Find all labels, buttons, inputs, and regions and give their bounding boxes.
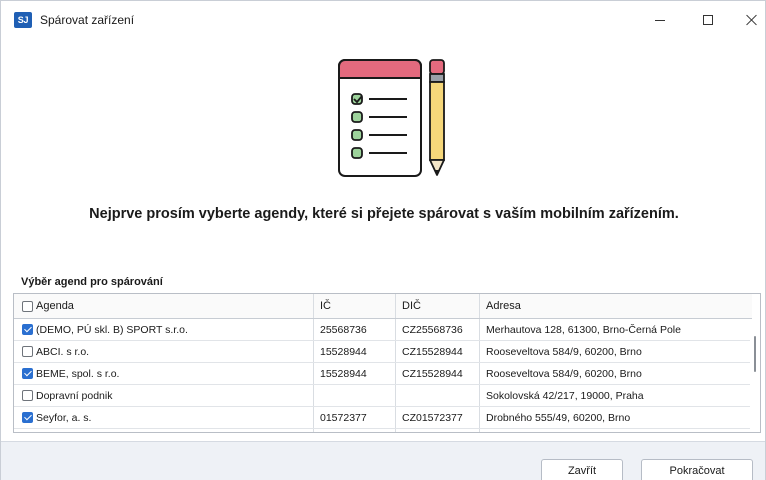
maximize-icon: [703, 15, 713, 25]
agenda-cell: Seyfor, a. s.: [14, 407, 314, 428]
agenda-name: ABCI. s r.o.: [36, 345, 90, 358]
address-cell: Sokolovská 42/217, 19000, Praha: [486, 389, 644, 402]
close-button[interactable]: Zavřít: [541, 459, 623, 480]
ic-cell: 15528944: [314, 363, 396, 384]
agenda-name: (DEMO, PÚ skl. B) SPORT s.r.o.: [36, 323, 188, 336]
agenda-cell: (DEMO, PÚ skl. B) SPORT s.r.o.: [14, 319, 314, 340]
column-header-ic[interactable]: IČ: [314, 294, 396, 318]
maximize-button[interactable]: [685, 1, 731, 39]
minimize-icon: [655, 19, 665, 21]
dic-cell: CZ01572377: [396, 407, 480, 428]
minimize-button[interactable]: [637, 1, 683, 39]
address-cell: Merhautova 128, 61300, Brno-Černá Pole: [486, 323, 681, 336]
agenda-cell: BEME, spol. s r.o.: [14, 363, 314, 384]
dic-cell: CZ15528944: [396, 341, 480, 362]
window-title: Spárovat zařízení: [40, 13, 135, 27]
table-scrollbar[interactable]: [750, 319, 760, 432]
column-header-adresa[interactable]: Adresa: [480, 294, 752, 318]
row-checkbox[interactable]: [22, 368, 33, 379]
agenda-name: Dopravní podnik: [36, 389, 113, 402]
table-row[interactable]: (DEMO, PÚ skl. B) SPORT s.r.o. 25568736 …: [14, 319, 752, 341]
column-header-agenda[interactable]: Agenda: [14, 294, 314, 318]
app-logo-icon: SJ: [14, 12, 32, 28]
instruction-headline: Nejprve prosím vyberte agendy, které si …: [89, 206, 679, 222]
close-icon: [746, 14, 758, 26]
ic-cell: 15528944: [314, 341, 396, 362]
address-cell: Drobného 555/49, 60200, Brno: [486, 411, 631, 424]
continue-button[interactable]: Pokračovat: [641, 459, 753, 480]
address-cell: Rooseveltova 584/9, 60200, Brno: [486, 367, 642, 380]
dialog-footer: Zavřít Pokračovat: [1, 441, 765, 480]
table-row[interactable]: BEME, spol. s r.o. 15528944 CZ15528944 R…: [14, 363, 752, 385]
row-checkbox[interactable]: [22, 412, 33, 423]
column-header-label: Agenda: [36, 300, 74, 312]
ic-cell: 25568736: [314, 319, 396, 340]
row-checkbox[interactable]: [22, 324, 33, 335]
dic-cell: CZ15528944: [396, 363, 480, 384]
select-all-checkbox[interactable]: [22, 300, 33, 312]
close-window-button[interactable]: [729, 1, 766, 39]
table-row-partial: [14, 429, 752, 432]
agenda-name: BEME, spol. s r.o.: [36, 367, 120, 380]
row-checkbox[interactable]: [22, 346, 33, 357]
agenda-cell: ABCI. s r.o.: [14, 341, 314, 362]
section-label: Výběr agend pro spárování: [21, 276, 163, 288]
agenda-name: Seyfor, a. s.: [36, 411, 92, 424]
agenda-table: Agenda IČ DIČ Adresa (DEMO, PÚ skl. B) S…: [13, 293, 761, 433]
checklist-with-pencil-icon: [338, 59, 445, 177]
ic-cell: [314, 385, 396, 406]
column-header-dic[interactable]: DIČ: [396, 294, 480, 318]
dic-cell: CZ25568736: [396, 319, 480, 340]
table-row[interactable]: Dopravní podnik Sokolovská 42/217, 19000…: [14, 385, 752, 407]
dic-cell: [396, 385, 480, 406]
agenda-cell: Dopravní podnik: [14, 385, 314, 406]
address-cell: Rooseveltova 584/9, 60200, Brno: [486, 345, 642, 358]
pair-device-window: SJ Spárovat zařízení Nejprve prosím vybe…: [0, 0, 766, 480]
table-row[interactable]: ABCI. s r.o. 15528944 CZ15528944 Rooseve…: [14, 341, 752, 363]
table-row[interactable]: Seyfor, a. s. 01572377 CZ01572377 Drobné…: [14, 407, 752, 429]
row-checkbox[interactable]: [22, 390, 33, 401]
table-header-row: Agenda IČ DIČ Adresa: [14, 294, 752, 319]
scrollbar-thumb[interactable]: [754, 336, 756, 372]
title-bar[interactable]: SJ Spárovat zařízení: [1, 1, 765, 39]
ic-cell: 01572377: [314, 407, 396, 428]
